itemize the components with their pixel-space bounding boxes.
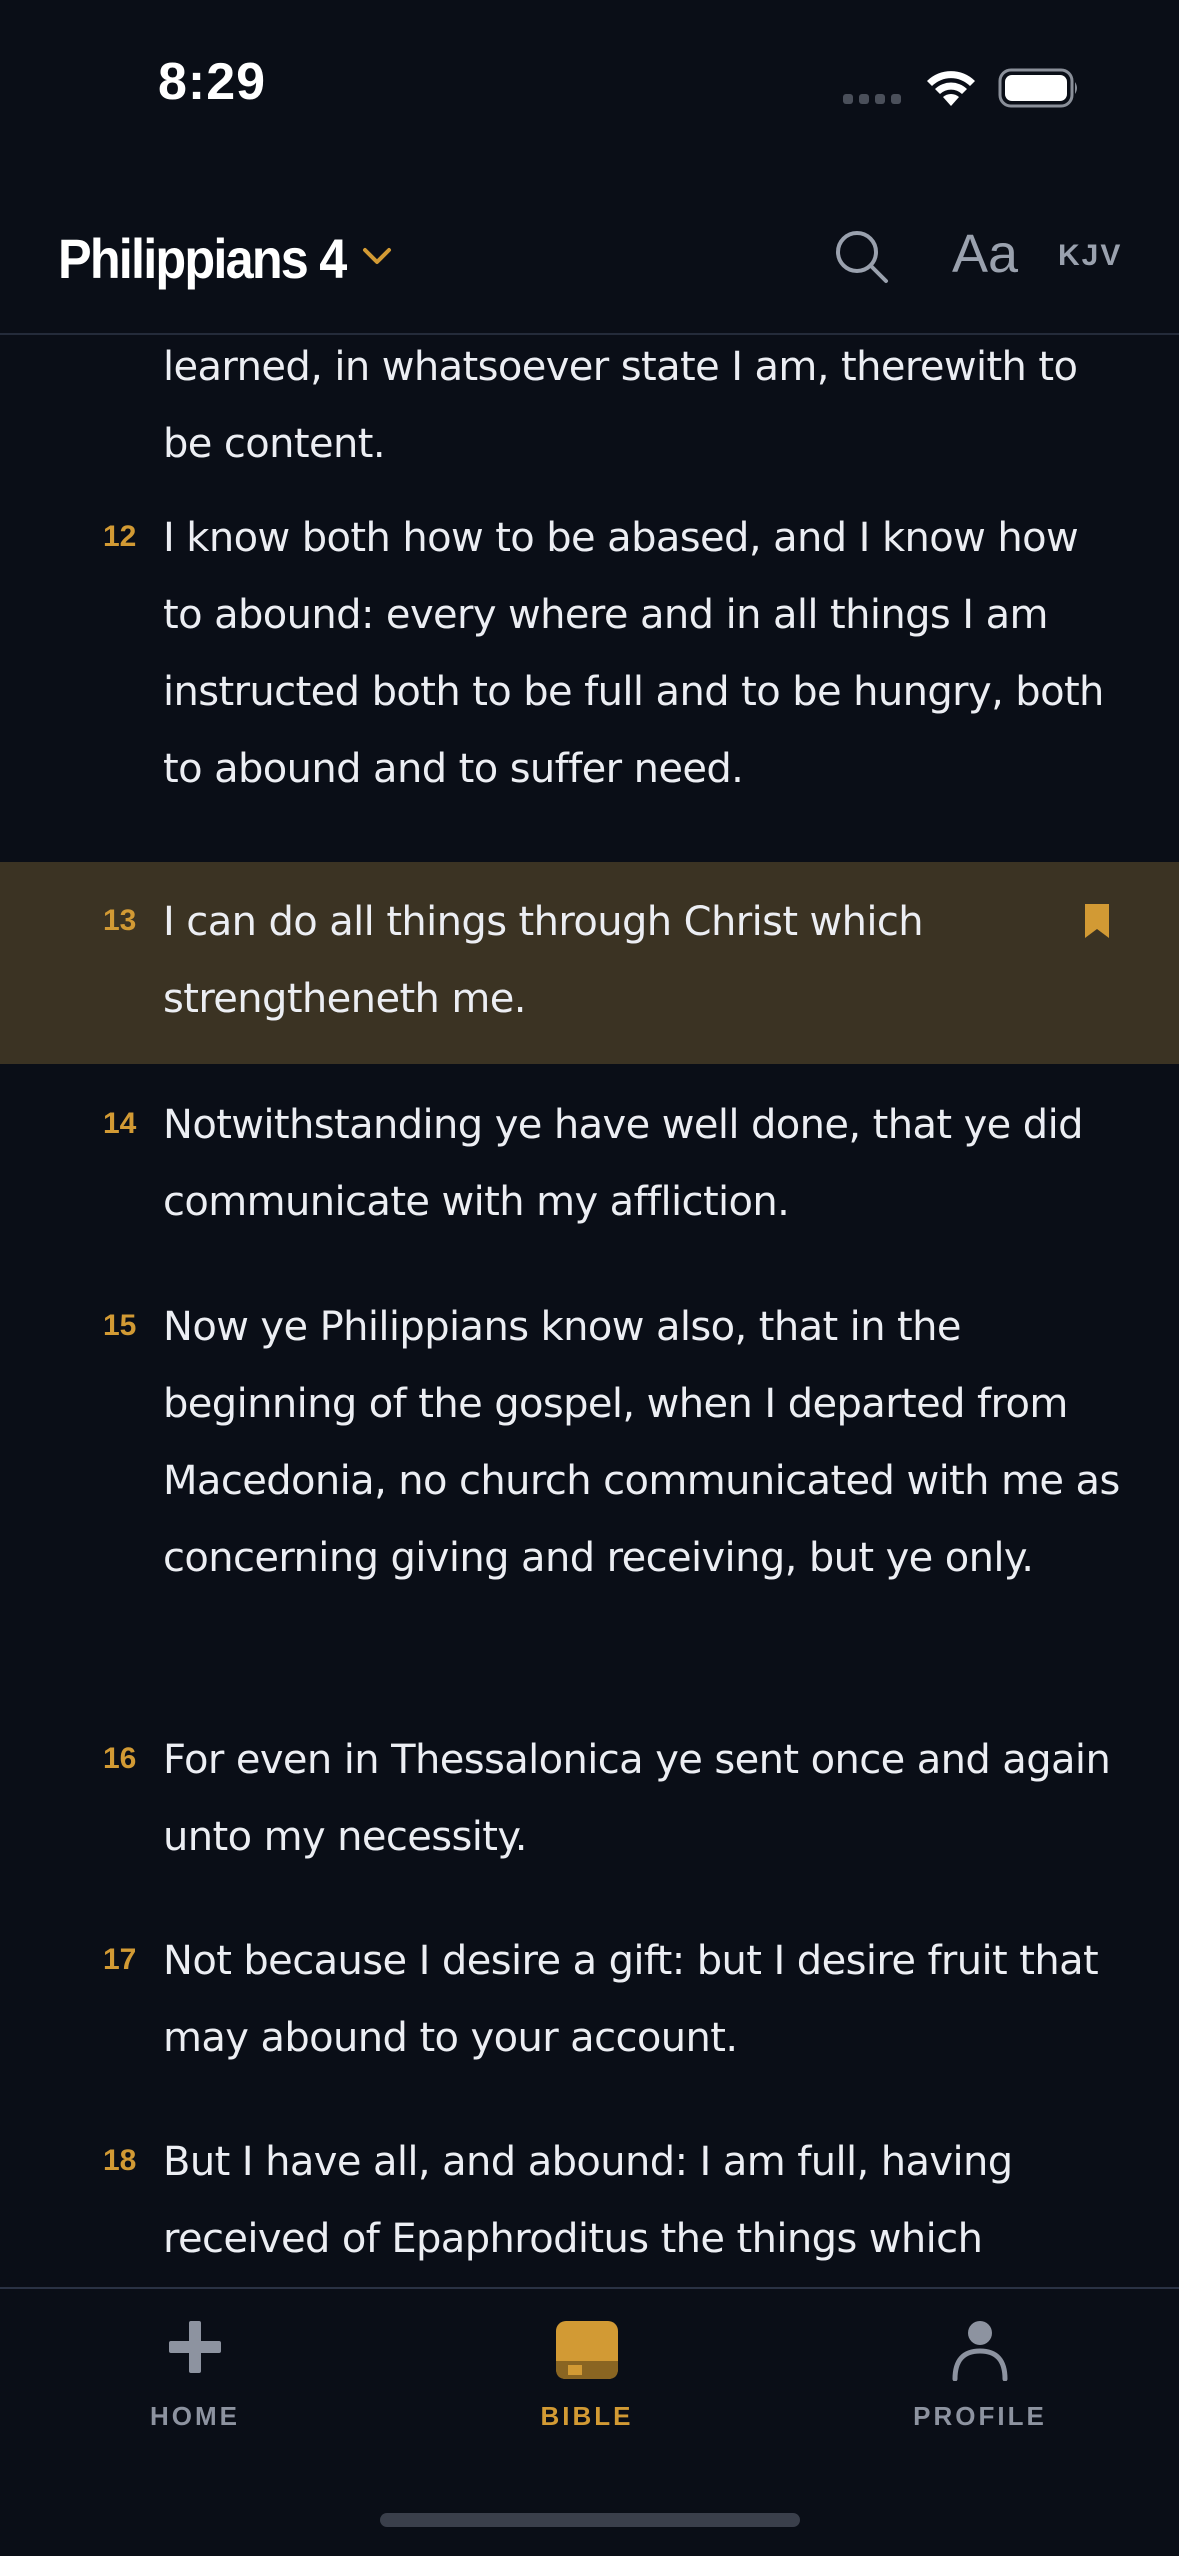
verse-text: I know both how to be abased, and I know…	[163, 515, 1104, 792]
font-size-button[interactable]: Aa	[952, 223, 1018, 285]
tab-profile[interactable]: PROFILE	[850, 2289, 1110, 2449]
plus-icon	[169, 2321, 221, 2373]
verse-list[interactable]: learned, in whatsoever state I am, there…	[0, 337, 1179, 2287]
search-icon[interactable]	[832, 227, 892, 287]
chevron-down-icon	[361, 245, 393, 271]
person-icon	[952, 2321, 1008, 2381]
verse-number: 18	[103, 2144, 137, 2177]
verse-number: 15	[103, 1309, 137, 1342]
verse-13[interactable]: 13 I can do all things through Christ wh…	[0, 862, 1179, 1064]
wifi-icon	[927, 71, 975, 106]
verse-number: 13	[103, 904, 137, 937]
verse-number: 14	[103, 1107, 137, 1140]
verse-14[interactable]: 14 Notwithstanding ye have well done, th…	[0, 1087, 1179, 1262]
verse-text: Not because I desire a gift: but I desir…	[163, 1938, 1099, 2061]
status-bar: 8:29	[0, 0, 1179, 175]
tab-bible-label: BIBLE	[540, 2401, 634, 2431]
verse-text: learned, in whatsoever state I am, there…	[163, 344, 1078, 467]
verse-16[interactable]: 16 For even in Thessalonica ye sent once…	[0, 1722, 1179, 1897]
verse-text: Notwithstanding ye have well done, that …	[163, 1102, 1084, 1225]
verse-11-continued[interactable]: learned, in whatsoever state I am, there…	[0, 337, 1179, 487]
book-icon	[556, 2321, 618, 2379]
cellular-signal-icon	[843, 94, 901, 104]
verse-number: 12	[103, 520, 137, 553]
tab-bible[interactable]: BIBLE	[457, 2289, 717, 2449]
status-time: 8:29	[158, 53, 267, 111]
battery-icon	[998, 68, 1077, 108]
verse-text: Now ye Philippians know also, that in th…	[163, 1304, 1120, 1581]
verse-number: 17	[103, 1943, 137, 1976]
verse-number: 16	[103, 1742, 137, 1775]
tab-home-label: HOME	[150, 2401, 240, 2431]
chapter-selector[interactable]: Philippians 4	[58, 223, 409, 293]
verse-text: But I have all, and abound: I am full, h…	[163, 2139, 1013, 2262]
verse-17[interactable]: 17 Not because I desire a gift: but I de…	[0, 1923, 1179, 2098]
tab-profile-label: PROFILE	[913, 2401, 1047, 2431]
reader-header: Philippians 4 Aa KJV	[0, 175, 1179, 335]
bookmark-icon[interactable]	[1083, 902, 1111, 940]
verse-text: I can do all things through Christ which…	[163, 899, 924, 1022]
verse-15[interactable]: 15 Now ye Philippians know also, that in…	[0, 1289, 1179, 1694]
bible-version-button[interactable]: KJV	[1058, 239, 1122, 273]
verse-12[interactable]: 12 I know both how to be abased, and I k…	[0, 515, 1179, 850]
tab-home[interactable]: HOME	[65, 2289, 325, 2449]
verse-text: For even in Thessalonica ye sent once an…	[163, 1737, 1111, 1860]
verse-18[interactable]: 18 But I have all, and abound: I am full…	[0, 2124, 1179, 2287]
home-indicator	[380, 2513, 800, 2527]
chapter-title: Philippians 4	[58, 226, 347, 290]
